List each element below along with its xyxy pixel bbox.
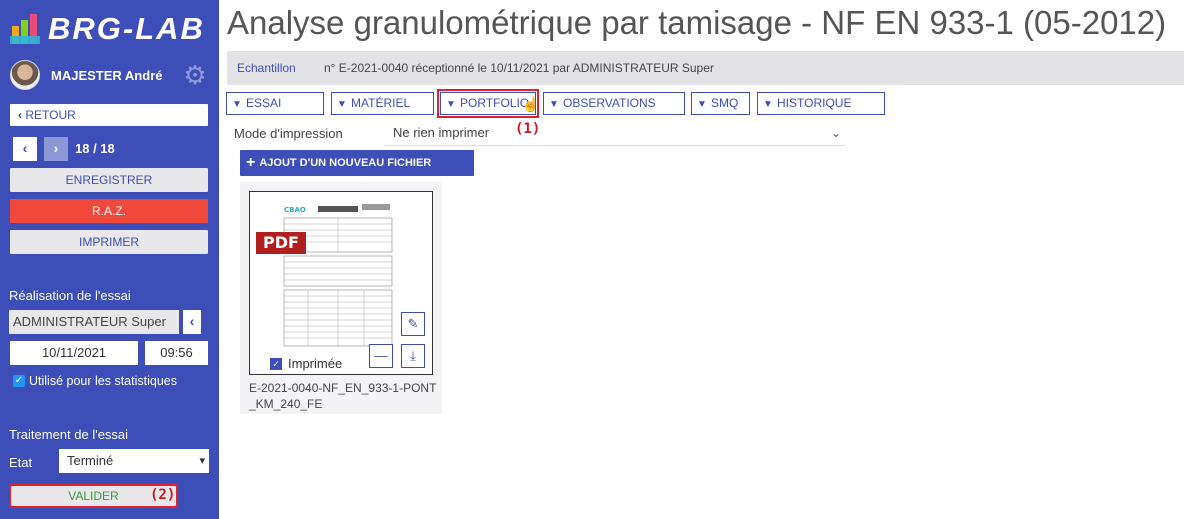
brand-logo: BRG-LAB bbox=[10, 10, 210, 46]
print-mode-label: Mode d'impression bbox=[234, 126, 343, 141]
plus-icon: + bbox=[246, 154, 256, 171]
file-name: E-2021-0040-NF_EN_933-1-PONT_KM_240_FE bbox=[249, 381, 437, 411]
add-file-button[interactable]: + AJOUT D'UN NOUVEAU FICHIER bbox=[240, 150, 474, 176]
tab-essai[interactable]: ▼ ESSAI bbox=[226, 92, 324, 115]
logo-icon bbox=[10, 14, 40, 44]
printed-label: Imprimée bbox=[288, 356, 343, 371]
annotation-2: (2) bbox=[150, 487, 176, 503]
operator-field[interactable]: ADMINISTRATEUR Super bbox=[9, 310, 179, 334]
chevron-down-icon: ▼ bbox=[337, 99, 347, 110]
chevron-down-icon: ▼ bbox=[697, 99, 707, 110]
document-preview: CBAO bbox=[278, 198, 396, 350]
tab-materiel-label: MATÉRIEL bbox=[351, 96, 411, 110]
remove-file-button[interactable]: — bbox=[369, 344, 393, 368]
edit-file-button[interactable]: ✎ bbox=[401, 312, 425, 336]
printed-checkbox[interactable]: ✓ bbox=[270, 358, 282, 370]
user-panel: MAJESTER André ⚙ bbox=[10, 60, 210, 90]
chevron-down-icon: ⌄ bbox=[830, 126, 841, 140]
tab-observations[interactable]: ▼ OBSERVATIONS bbox=[543, 92, 685, 115]
time-value: 09:56 bbox=[160, 345, 193, 360]
username: MAJESTER André bbox=[51, 68, 163, 83]
sidebar: BRG-LAB MAJESTER André ⚙ ‹ RETOUR ‹ › 18… bbox=[0, 0, 219, 519]
back-button[interactable]: ‹ RETOUR bbox=[10, 104, 208, 126]
download-file-button[interactable]: ⤓ bbox=[401, 344, 425, 368]
prev-record-button[interactable]: ‹ bbox=[13, 137, 37, 161]
tab-materiel[interactable]: ▼ MATÉRIEL bbox=[331, 92, 434, 115]
file-thumbnail[interactable]: CBAO PDF ✎ ✓ Imprimée — ⤓ bbox=[249, 191, 433, 375]
chevron-left-icon: ‹ bbox=[18, 108, 22, 122]
tab-smq-label: SMQ bbox=[711, 96, 739, 110]
pencil-icon: ✎ bbox=[407, 316, 419, 331]
state-label: Etat bbox=[9, 455, 33, 470]
pdf-badge: PDF bbox=[256, 232, 306, 254]
sample-info: n° E-2021-0040 réceptionné le 10/11/2021… bbox=[324, 61, 714, 75]
date-value: 10/11/2021 bbox=[41, 345, 107, 360]
file-card: CBAO PDF ✎ ✓ Imprimée — ⤓ E-2021-0040-NF… bbox=[240, 182, 442, 414]
chevron-down-icon: ▼ bbox=[232, 99, 242, 110]
tab-observations-label: OBSERVATIONS bbox=[563, 96, 656, 110]
tab-essai-label: ESSAI bbox=[246, 96, 282, 110]
realisation-title: Réalisation de l'essai bbox=[9, 288, 131, 303]
back-label: RETOUR bbox=[25, 108, 76, 122]
treatment-title: Traitement de l'essai bbox=[9, 427, 129, 442]
sample-info-bar: Echantillon n° E-2021-0040 réceptionné l… bbox=[227, 51, 1184, 85]
time-field[interactable]: 09:56 bbox=[145, 341, 208, 365]
operator-collapse-button[interactable]: ‹ bbox=[183, 310, 201, 334]
minus-icon: — bbox=[374, 348, 388, 363]
chevron-down-icon: ▼ bbox=[446, 99, 456, 110]
print-mode-select[interactable]: Ne rien imprimer ⌄ bbox=[385, 122, 845, 146]
sample-link[interactable]: Echantillon bbox=[237, 51, 296, 85]
chevron-down-icon: ▼ bbox=[763, 99, 773, 110]
state-value: Terminé bbox=[67, 453, 114, 468]
record-pager: 18 / 18 bbox=[75, 141, 115, 156]
tab-portfolio-label: PORTFOLIO bbox=[460, 96, 530, 110]
date-field[interactable]: 10/11/2021 bbox=[10, 341, 138, 365]
stats-checkbox[interactable]: ✓ bbox=[13, 375, 25, 387]
tab-smq[interactable]: ▼ SMQ bbox=[691, 92, 750, 115]
page-title: Analyse granulométrique par tamisage - N… bbox=[227, 4, 1167, 41]
save-button[interactable]: ENREGISTRER bbox=[10, 168, 208, 192]
state-select[interactable]: Terminé ▾ bbox=[59, 449, 209, 473]
chevron-down-icon: ▾ bbox=[199, 455, 205, 467]
main-content: Analyse granulométrique par tamisage - N… bbox=[219, 0, 1184, 519]
operator-value: ADMINISTRATEUR Super bbox=[13, 314, 166, 329]
brand-name: BRG-LAB bbox=[48, 11, 205, 46]
reset-button[interactable]: R.A.Z. bbox=[10, 199, 208, 223]
cursor-hand-icon: ☝ bbox=[522, 96, 540, 112]
tab-historique-label: HISTORIQUE bbox=[777, 96, 852, 110]
avatar[interactable] bbox=[10, 60, 40, 90]
download-icon: ⤓ bbox=[410, 348, 416, 363]
next-record-button[interactable]: › bbox=[44, 137, 68, 161]
document-logo: CBAO bbox=[284, 206, 306, 214]
chevron-down-icon: ▼ bbox=[549, 99, 559, 110]
print-mode-value: Ne rien imprimer bbox=[393, 125, 490, 140]
add-file-label: AJOUT D'UN NOUVEAU FICHIER bbox=[259, 157, 432, 169]
stats-label: Utilisé pour les statistiques bbox=[29, 374, 177, 388]
gear-icon[interactable]: ⚙ bbox=[182, 62, 208, 88]
print-button[interactable]: IMPRIMER bbox=[10, 230, 208, 254]
tab-historique[interactable]: ▼ HISTORIQUE bbox=[757, 92, 885, 115]
